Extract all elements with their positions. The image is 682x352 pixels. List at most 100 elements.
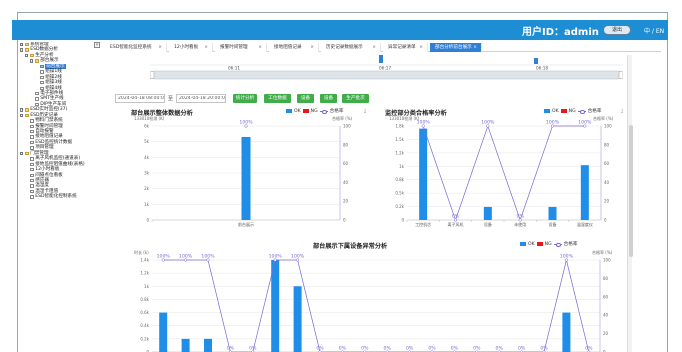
range-handle-left[interactable] [150,71,155,79]
y2-tick-label: 20 [343,199,349,204]
y2-tick-label: 100 [603,258,611,263]
logout-button[interactable]: 退出 [603,25,631,35]
y-tick-label: 4k [144,155,150,160]
page-icon [39,81,44,85]
x-tick-label: 工控机芯 [415,221,431,227]
rate-data-label: 0% [361,346,369,352]
rate-data-label: 0% [227,346,235,352]
range-separator: 至 [168,96,174,102]
y-tick-label: 0.2k [140,336,149,341]
page-icon [29,124,34,128]
folder-icon [24,151,29,156]
folder-icon [24,48,29,52]
production-batch-button[interactable]: 生产批次 [342,94,369,103]
expand-icon[interactable]: + [20,43,24,47]
tab-item[interactable]: 部台分析前台展示 × [430,43,482,52]
tab-item[interactable]: 12小时看板 × [169,43,213,52]
rate-data-label: 0% [428,346,436,352]
rate-data-label: 100% [157,254,171,260]
close-tab-icon[interactable]: × [473,43,477,52]
y2-tick-label: 40 [603,313,609,318]
close-tab-icon[interactable]: × [258,43,262,52]
tab-label: 部台分析前台展示 [435,45,472,50]
timeline-range-bar[interactable] [150,70,623,80]
y-tick-label: 1.4k [140,258,149,263]
rate-data-label: 0% [249,346,257,352]
close-tab-icon[interactable]: × [158,43,162,52]
y-tick-label: 0.8k [140,297,149,302]
legend-ok: OK [528,241,535,247]
device-button[interactable]: 设备 [297,94,314,103]
collapse-icon[interactable]: - [30,59,34,63]
legend-swatch-ok [286,109,292,113]
station-data-button[interactable]: 工位数据 [264,94,291,103]
legend-swatch-ok [520,242,526,246]
collapse-sidebar-button[interactable]: « [94,42,100,48]
tab-label: 接地阻值记录 [274,45,302,50]
range-handle-right[interactable] [618,71,623,79]
chart-overall: 133010检测 (K) 合格率 (%) 0 1k 2k 3k 4k 5k 6k 0 20 40 60 8… [134,115,353,227]
page-icon [29,173,34,177]
page-icon [34,102,39,107]
legend-swatch-ng [560,109,567,113]
end-time-input[interactable] [176,94,226,103]
collapse-icon[interactable]: - [20,151,24,156]
close-tab-icon[interactable]: × [419,43,423,52]
rate-data-label: 0% [384,346,392,352]
expand-icon[interactable]: + [20,108,24,112]
y2-tick-label: 20 [604,199,610,204]
legend-ok: OK [294,108,301,114]
device-button-2[interactable]: 设备 [320,94,337,103]
collapse-icon[interactable]: - [20,48,24,52]
y-axis-title: 133010检测 (K) [389,115,420,121]
rate-data-label: 100% [560,254,574,260]
x-tick-label: 设备 [484,221,492,227]
rate-data-label: 0% [339,346,347,352]
y-axis-title: 时长 (k) [134,249,149,255]
page-icon [29,135,34,139]
language-switch[interactable]: 中 / EN [644,26,664,35]
tab-item[interactable]: 接地阻值记录 × [269,43,319,52]
rate-data-label: 100% [239,120,253,126]
collapse-icon[interactable]: - [20,113,24,118]
close-tab-icon[interactable]: × [372,43,376,52]
tab-item[interactable]: 报警时间管理 × [215,43,267,52]
page-icon [29,157,34,161]
y2-tick-label: 100 [604,124,612,129]
x-tick-label: 设备 [549,221,557,227]
close-tab-icon[interactable]: × [204,43,208,52]
timeline-slider[interactable]: 06:11 06:17 06:18 [150,55,623,81]
collapse-icon[interactable]: - [25,53,29,58]
y-tick-label: 0.5k [395,191,404,196]
page-icon [29,184,34,188]
x-tick-label: 未使用 [514,221,526,227]
tab-item[interactable]: 异常记录清单 × [383,43,428,52]
y-tick-label: 3k [144,171,150,176]
y-tick-label: 1.8k [395,124,404,129]
nav-tree: + 系统管理 - ESD数据分析 - 生产分析 - 部台展示 前台展示 组操1线 组操2线 组操3线组… [20,42,100,352]
y-tick-label: 0.8k [395,177,404,182]
y2-tick-label: 40 [604,180,610,185]
y2-tick-label: 40 [343,180,349,185]
rate-data-label: 0% [517,214,525,220]
user-id-label: 用户ID：admin [522,27,599,38]
tab-label: 历史记录数据展示 [326,45,363,50]
rate-data-label: 0% [451,346,459,352]
close-tab-icon[interactable]: × [310,43,314,52]
start-time-input[interactable] [115,94,165,103]
rate-data-label: 100% [546,120,560,126]
page-icon [29,195,34,199]
rate-data-label: 100% [291,254,305,260]
legend-swatch-rate [319,109,328,114]
timeline-marker [534,58,538,64]
tab-item[interactable]: 历史记录数据展示 × [321,43,381,52]
tab-item[interactable]: ESD智能化监控系统 × [105,43,167,52]
tree-item-label: ESD智能化控制系统 [35,194,77,200]
y-tick-label: 1k [144,284,150,289]
scrollbar-thumb[interactable] [628,125,633,257]
stats-analysis-button[interactable]: 统计分析 [233,94,257,103]
y2-axis-title: 合格率 (%) [332,115,353,121]
bar-ok [204,338,212,352]
content-scrollbar[interactable] [627,55,633,352]
tree-item[interactable]: ESD智能化控制系统 [20,194,100,199]
